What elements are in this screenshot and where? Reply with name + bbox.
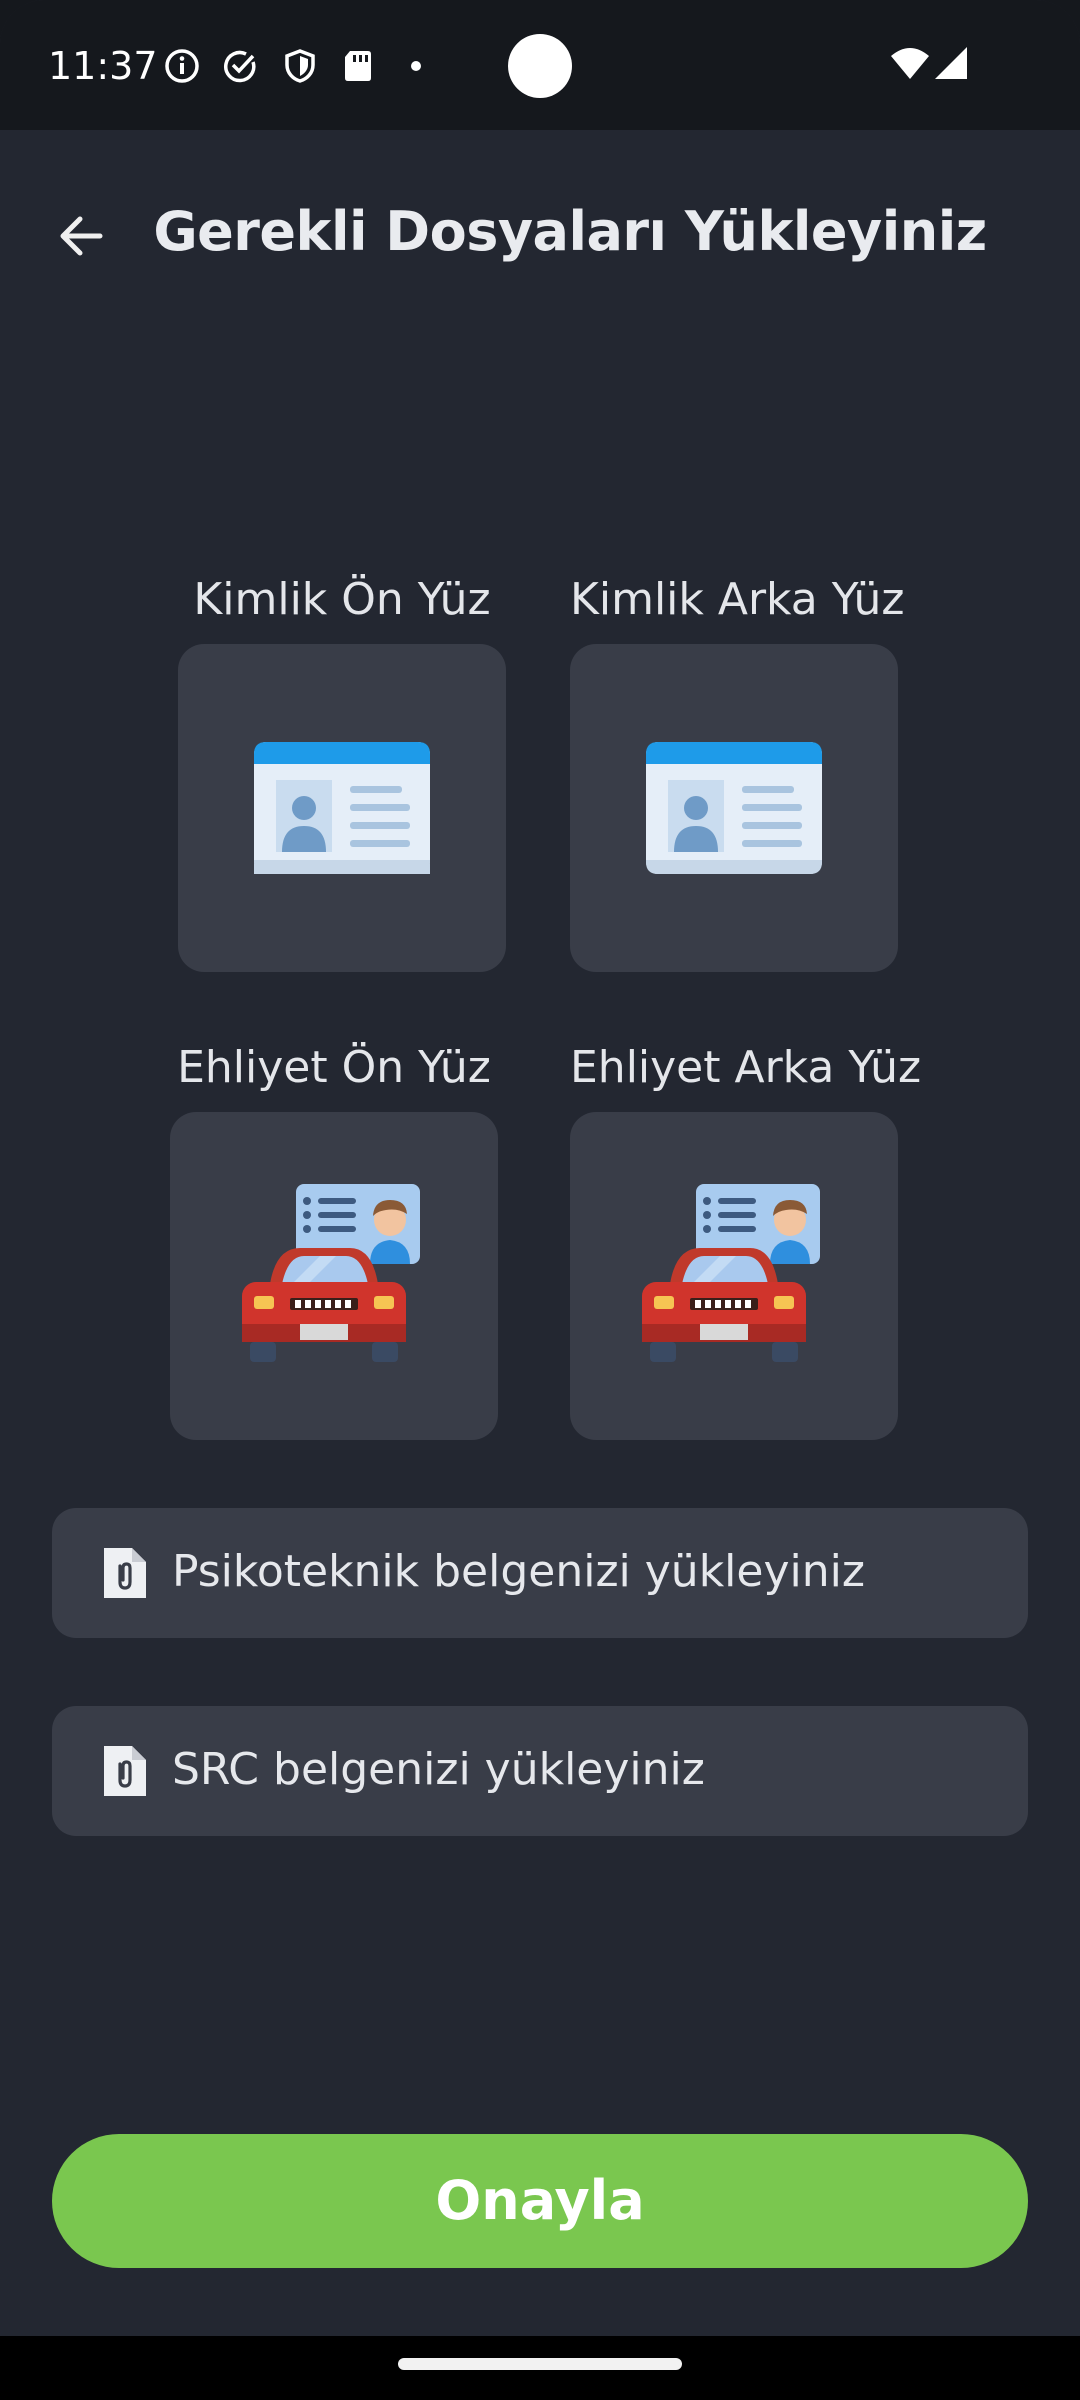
upload-card-kimlik-on[interactable]: [178, 644, 506, 972]
id-card-icon: [646, 742, 822, 874]
upload-src-label: SRC belgenizi yükleyiniz: [172, 1744, 705, 1795]
front-camera: [508, 34, 572, 98]
upload-card-kimlik-arka[interactable]: [570, 644, 898, 972]
upload-src-button[interactable]: SRC belgenizi yükleyiniz: [52, 1706, 1028, 1836]
shield-icon: [285, 49, 315, 83]
driver-license-icon: [242, 1184, 420, 1362]
upload-psikoteknik-button[interactable]: Psikoteknik belgenizi yükleyiniz: [52, 1508, 1028, 1638]
id-card-icon: [254, 742, 430, 874]
home-indicator[interactable]: [398, 2358, 682, 2370]
driver-license-icon: [642, 1184, 820, 1362]
confirm-button[interactable]: Onayla: [52, 2134, 1028, 2268]
check-circle-icon: [224, 50, 256, 83]
dot-icon: [411, 61, 421, 71]
back-button[interactable]: [52, 206, 112, 266]
status-bar: 11:37: [0, 0, 1080, 130]
status-time: 11:37: [48, 44, 158, 88]
wifi-icon: [891, 48, 929, 79]
upload-card-ehliyet-arka[interactable]: [570, 1112, 898, 1440]
info-icon: [165, 49, 199, 83]
upload-card-ehliyet-on[interactable]: [170, 1112, 498, 1440]
signal-icon: [935, 47, 967, 79]
doc-label-ehliyet-on: Ehliyet Ön Yüz: [177, 1042, 491, 1093]
file-attachment-icon: [104, 1746, 146, 1796]
upload-psikoteknik-label: Psikoteknik belgenizi yükleyiniz: [172, 1546, 865, 1597]
file-attachment-icon: [104, 1548, 146, 1598]
doc-label-kimlik-arka: Kimlik Arka Yüz: [570, 574, 905, 625]
sd-card-icon: [345, 51, 371, 81]
app-screen: 11:37 Gerekli Dosyaları Yükleyiniz Kimli…: [0, 0, 1080, 2400]
navigation-bar: [0, 2336, 1080, 2400]
doc-label-kimlik-on: Kimlik Ön Yüz: [193, 574, 491, 625]
page-title: Gerekli Dosyaları Yükleyiniz: [153, 200, 987, 263]
doc-label-ehliyet-arka: Ehliyet Arka Yüz: [570, 1042, 922, 1093]
